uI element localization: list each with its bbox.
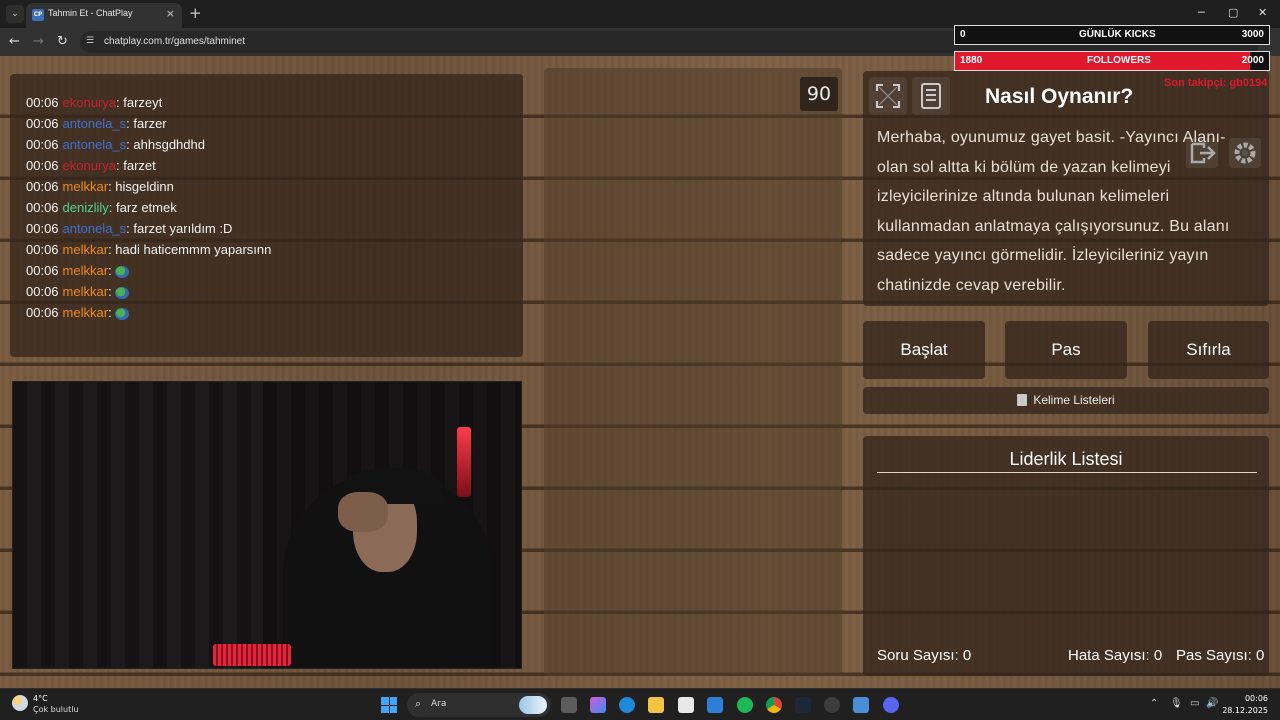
game-page: 00:06 ekonurya: farzeyt 00:06 antonela_s: … bbox=[0, 56, 1280, 688]
tab-favicon: CP bbox=[32, 9, 44, 21]
chat-username: antonela_s bbox=[62, 116, 127, 131]
chat-message: 00:06 melkkar: hisgeldinn bbox=[26, 179, 174, 194]
url-text: chatplay.com.tr/games/tahminet bbox=[104, 36, 245, 47]
taskbar-clock[interactable]: 00:06 28.12.2025 bbox=[1222, 693, 1268, 717]
mail-icon[interactable] bbox=[707, 697, 723, 713]
followers-goal-bar: 1880 FOLLOWERS 2000 bbox=[954, 51, 1270, 71]
search-icon: ⌕ bbox=[415, 697, 422, 710]
webcam-feed bbox=[12, 381, 522, 669]
windows-taskbar: 4°C Çok bulutlu ⌕ Ara ⌃ 🎙 ▭ 🔊 00:06 28.1… bbox=[0, 688, 1280, 720]
search-highlight-image bbox=[519, 696, 547, 714]
emote-icon bbox=[115, 265, 130, 278]
chat-message: 00:06 melkkar: hadi haticemmm yaparsınn bbox=[26, 242, 272, 257]
question-count: Soru Sayısı: 0 bbox=[877, 647, 972, 664]
browser-tab-bar: ⌄ CP Tahmin Et - ChatPlay × + ─ ▢ ✕ bbox=[0, 0, 1280, 28]
chat-username: melkkar bbox=[62, 263, 109, 278]
chat-message: 00:06 antonela_s: ahhsgdhdhd bbox=[26, 137, 205, 152]
file-explorer-icon[interactable] bbox=[648, 697, 664, 713]
chat-message: 00:06 melkkar: bbox=[26, 305, 130, 320]
weather-icon[interactable] bbox=[12, 695, 28, 711]
back-button[interactable]: ← bbox=[9, 34, 20, 49]
copilot-icon[interactable] bbox=[590, 697, 606, 713]
reload-button[interactable]: ↻ bbox=[57, 34, 68, 49]
app-icon[interactable] bbox=[853, 697, 869, 713]
red-led-strip bbox=[213, 644, 291, 666]
emote-icon bbox=[115, 307, 130, 320]
network-icon[interactable]: ▭ bbox=[1190, 698, 1199, 709]
chat-username: ekonurya bbox=[62, 158, 117, 173]
last-follower-text: Son takipçi: gb0194 bbox=[1164, 77, 1268, 89]
chrome-icon[interactable] bbox=[766, 697, 782, 713]
minimize-button[interactable]: ─ bbox=[1198, 6, 1205, 19]
streamer-hand bbox=[338, 492, 388, 532]
exit-icon[interactable] bbox=[1186, 138, 1218, 168]
volume-icon[interactable]: 🔊 bbox=[1206, 698, 1218, 709]
chat-username: antonela_s bbox=[62, 137, 127, 152]
chat-username: melkkar bbox=[62, 242, 109, 257]
obs-icon[interactable] bbox=[824, 697, 840, 713]
pass-count: Pas Sayısı: 0 bbox=[1176, 647, 1265, 664]
chat-message: 00:06 melkkar: bbox=[26, 284, 130, 299]
kicks-goal-bar: 0 GÜNLÜK KICKS 3000 bbox=[954, 25, 1270, 45]
chat-username: melkkar bbox=[62, 179, 109, 194]
chat-message: 00:06 denizlily: farz etmek bbox=[26, 200, 177, 215]
chat-message: 00:06 antonela_s: farzet yarıldım :D bbox=[26, 221, 233, 236]
microphone-icon[interactable]: 🎙 bbox=[1170, 698, 1183, 709]
spotify-icon[interactable] bbox=[737, 697, 753, 713]
steam-icon[interactable] bbox=[795, 697, 811, 713]
tray-chevron-icon[interactable]: ⌃ bbox=[1150, 698, 1158, 709]
error-count: Hata Sayısı: 0 bbox=[1068, 647, 1163, 664]
book-icon bbox=[1017, 394, 1028, 406]
clock-time: 00:06 bbox=[1244, 694, 1268, 703]
start-menu-icon[interactable] bbox=[381, 697, 397, 713]
leaderboard-panel: Liderlik Listesi Soru Sayısı: 0 Hata Say… bbox=[863, 436, 1269, 676]
tab-close-button[interactable]: × bbox=[166, 7, 175, 20]
chat-message: 00:06 ekonurya: farzet bbox=[26, 158, 156, 173]
emote-icon bbox=[115, 286, 130, 299]
divider bbox=[877, 472, 1257, 473]
leaderboard-title: Liderlik Listesi bbox=[1009, 449, 1123, 469]
taskbar-search[interactable]: ⌕ Ara bbox=[407, 693, 551, 717]
chat-message: 00:06 antonela_s: farzer bbox=[26, 116, 167, 131]
howto-title: Nasıl Oynanır? bbox=[985, 85, 1134, 108]
word-lists-button[interactable]: Kelime Listeleri bbox=[863, 387, 1269, 414]
reset-button[interactable]: Sıfırla bbox=[1148, 321, 1269, 379]
forward-button[interactable]: → bbox=[33, 34, 44, 49]
chat-username: ekonurya bbox=[62, 95, 117, 110]
chat-username: antonela_s bbox=[62, 221, 127, 236]
clock-date: 28.12.2025 bbox=[1222, 706, 1268, 715]
timer-counter: 90 bbox=[800, 77, 838, 111]
pass-button[interactable]: Pas bbox=[1005, 321, 1127, 379]
chat-message: 00:06 ekonurya: farzeyt bbox=[26, 95, 163, 110]
tab-list-button[interactable]: ⌄ bbox=[6, 5, 24, 23]
game-board bbox=[544, 68, 842, 676]
discord-icon[interactable] bbox=[883, 697, 899, 713]
chat-panel: 00:06 ekonurya: farzeyt 00:06 antonela_s: … bbox=[10, 74, 523, 357]
chat-username: melkkar bbox=[62, 305, 109, 320]
weather-temperature: 4°C bbox=[33, 694, 48, 703]
red-light bbox=[457, 427, 471, 497]
new-tab-button[interactable]: + bbox=[189, 4, 202, 22]
howto-panel: Nasıl Oynanır? Merhaba, oyunumuz gayet b… bbox=[863, 71, 1269, 306]
tab-title: Tahmin Et - ChatPlay bbox=[48, 8, 133, 18]
browser-tab[interactable]: CP Tahmin Et - ChatPlay × bbox=[26, 3, 182, 28]
window-close-button[interactable]: ✕ bbox=[1258, 6, 1267, 19]
document-icon[interactable] bbox=[912, 77, 950, 115]
settings-gear-icon[interactable] bbox=[1229, 138, 1261, 168]
site-info-icon[interactable]: ☰ bbox=[86, 36, 94, 46]
task-view-icon[interactable] bbox=[561, 697, 577, 713]
curtain-background bbox=[13, 382, 263, 668]
chat-message: 00:06 melkkar: bbox=[26, 263, 130, 278]
fullscreen-icon[interactable] bbox=[869, 77, 907, 115]
weather-description: Çok bulutlu bbox=[33, 705, 79, 714]
edge-icon[interactable] bbox=[619, 697, 635, 713]
start-button[interactable]: Başlat bbox=[863, 321, 985, 379]
maximize-button[interactable]: ▢ bbox=[1228, 6, 1238, 19]
chat-username: denizlily bbox=[62, 200, 109, 215]
chat-username: melkkar bbox=[62, 284, 109, 299]
store-icon[interactable] bbox=[678, 697, 694, 713]
